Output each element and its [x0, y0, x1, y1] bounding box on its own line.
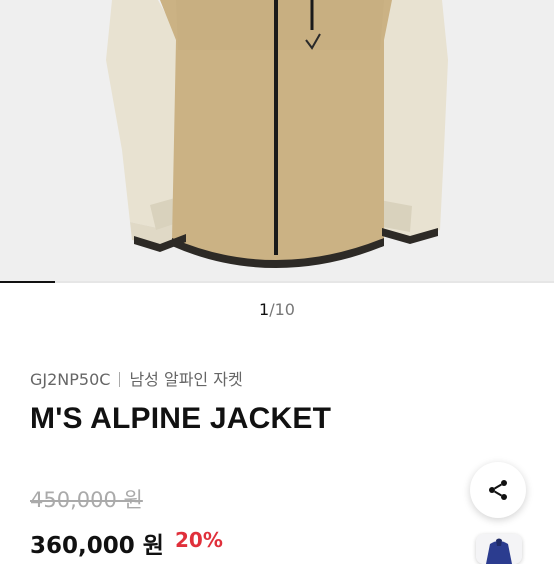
floating-thumbnail[interactable] [476, 534, 522, 564]
product-category: 남성 알파인 자켓 [129, 370, 243, 389]
product-title: M'S ALPINE JACKET [30, 402, 332, 435]
gallery-progress-fill [0, 281, 56, 283]
thumbnail-image [476, 534, 522, 564]
gallery-progress-track [0, 281, 554, 283]
gallery-total: 10 [274, 300, 295, 319]
share-icon [489, 480, 507, 500]
share-button[interactable] [470, 462, 526, 518]
original-price: 450,000 원 [30, 488, 143, 512]
product-meta: GJ2NP50C 남성 알파인 자켓 [30, 366, 243, 390]
sale-price: 360,000 원 [30, 533, 164, 559]
product-code: GJ2NP50C [30, 370, 111, 389]
gallery-current: 1 [259, 300, 270, 319]
jacket-image [0, 0, 554, 283]
discount-rate: 20% [175, 528, 223, 552]
divider [119, 372, 121, 387]
product-image[interactable] [0, 0, 554, 283]
gallery-counter: 1/10 [0, 300, 554, 319]
